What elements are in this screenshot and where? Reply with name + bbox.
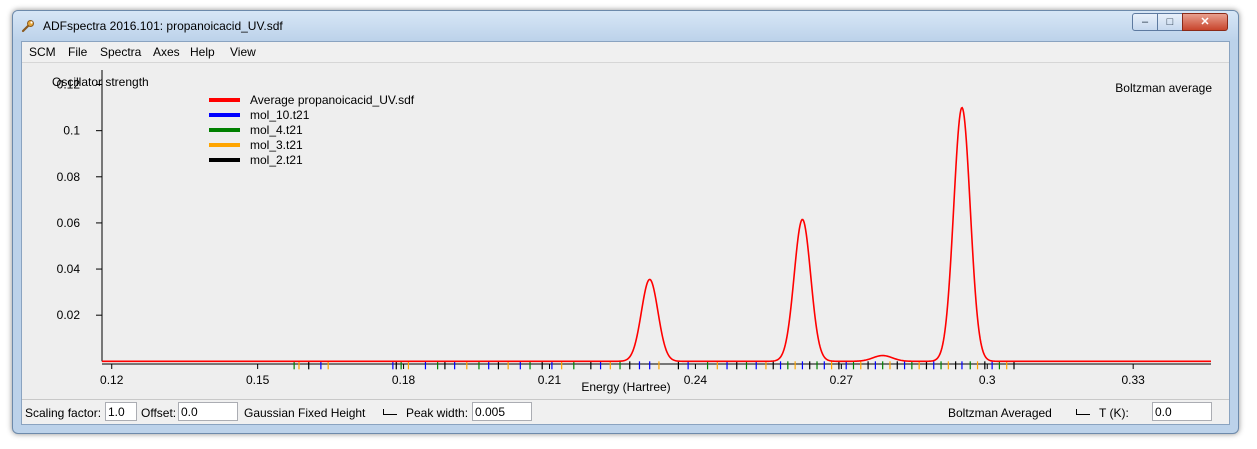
title-bar[interactable]: ADFspectra 2016.101: propanoicacid_UV.sd… [13,11,1238,41]
boltzman-average-label: Boltzman average [1115,81,1212,95]
x-tick-label-6: 0.3 [979,373,996,387]
menu-scm[interactable]: SCM [29,45,56,59]
legend-label-0: Average propanoicacid_UV.sdf [250,93,415,107]
maximize-button[interactable]: □ [1157,13,1183,31]
y-tick-label-4: 0.1 [63,124,80,138]
x-tick-label-0: 0.12 [100,373,124,387]
spectrum-chart[interactable]: Oscillator strength Energy (Hartree) Bol… [22,63,1229,399]
stick-lines [293,361,1015,370]
y-tick-label-5: 0.12 [57,78,81,92]
client-area: SCM File Spectra Axes Help View Oscillat… [21,41,1230,425]
offset-input[interactable] [178,402,238,421]
legend-label-3: mol_3.t21 [250,138,303,152]
x-tick-label-5: 0.27 [830,373,854,387]
menu-help[interactable]: Help [190,45,215,59]
menu-file[interactable]: File [68,45,87,59]
gaussian-toggle[interactable] [383,409,397,415]
boltzman-averaged-label: Boltzman Averaged [948,406,1052,420]
gaussian-label: Gaussian Fixed Height [244,406,366,420]
temperature-input[interactable] [1152,402,1212,421]
wrench-icon [21,20,34,33]
x-tick-label-4: 0.24 [684,373,708,387]
y-tick-label-0: 0.02 [57,308,81,322]
app-window: ADFspectra 2016.101: propanoicacid_UV.sd… [12,10,1239,434]
peak-width-label: Peak width: [406,406,469,420]
spectrum-plot[interactable]: Oscillator strength Energy (Hartree) Bol… [22,62,1229,400]
legend-label-2: mol_4.t21 [250,123,303,137]
x-axis-label: Energy (Hartree) [581,380,670,394]
x-tick-label-1: 0.15 [246,373,270,387]
legend: Average propanoicacid_UV.sdfmol_10.t21mo… [209,93,415,167]
x-tick-label-7: 0.33 [1121,373,1145,387]
legend-label-1: mol_10.t21 [250,108,310,122]
menu-axes[interactable]: Axes [153,45,180,59]
scaling-factor-label: Scaling factor: [25,406,102,420]
x-tick-label-2: 0.18 [392,373,416,387]
scaling-factor-input[interactable] [105,402,137,421]
boltzman-toggle[interactable] [1076,409,1090,415]
y-axis: 0.02 0.04 0.06 0.08 0.1 0.12 [57,70,103,362]
y-tick-label-2: 0.06 [57,216,81,230]
menu-view[interactable]: View [230,45,256,59]
y-tick-label-1: 0.04 [57,262,81,276]
peak-width-input[interactable] [472,402,532,421]
offset-label: Offset: [141,406,177,420]
status-bar: Scaling factor: Offset: Gaussian Fixed H… [22,400,1229,424]
legend-label-4: mol_2.t21 [250,153,303,167]
menu-spectra[interactable]: Spectra [100,45,141,59]
menu-bar: SCM File Spectra Axes Help View [22,42,1229,62]
window-title: ADFspectra 2016.101: propanoicacid_UV.sd… [43,19,283,33]
minimize-button[interactable]: – [1132,13,1158,31]
temperature-label: T (K): [1099,406,1129,420]
x-tick-label-3: 0.21 [538,373,562,387]
close-button[interactable]: ✕ [1182,13,1228,31]
y-tick-label-3: 0.08 [57,170,81,184]
